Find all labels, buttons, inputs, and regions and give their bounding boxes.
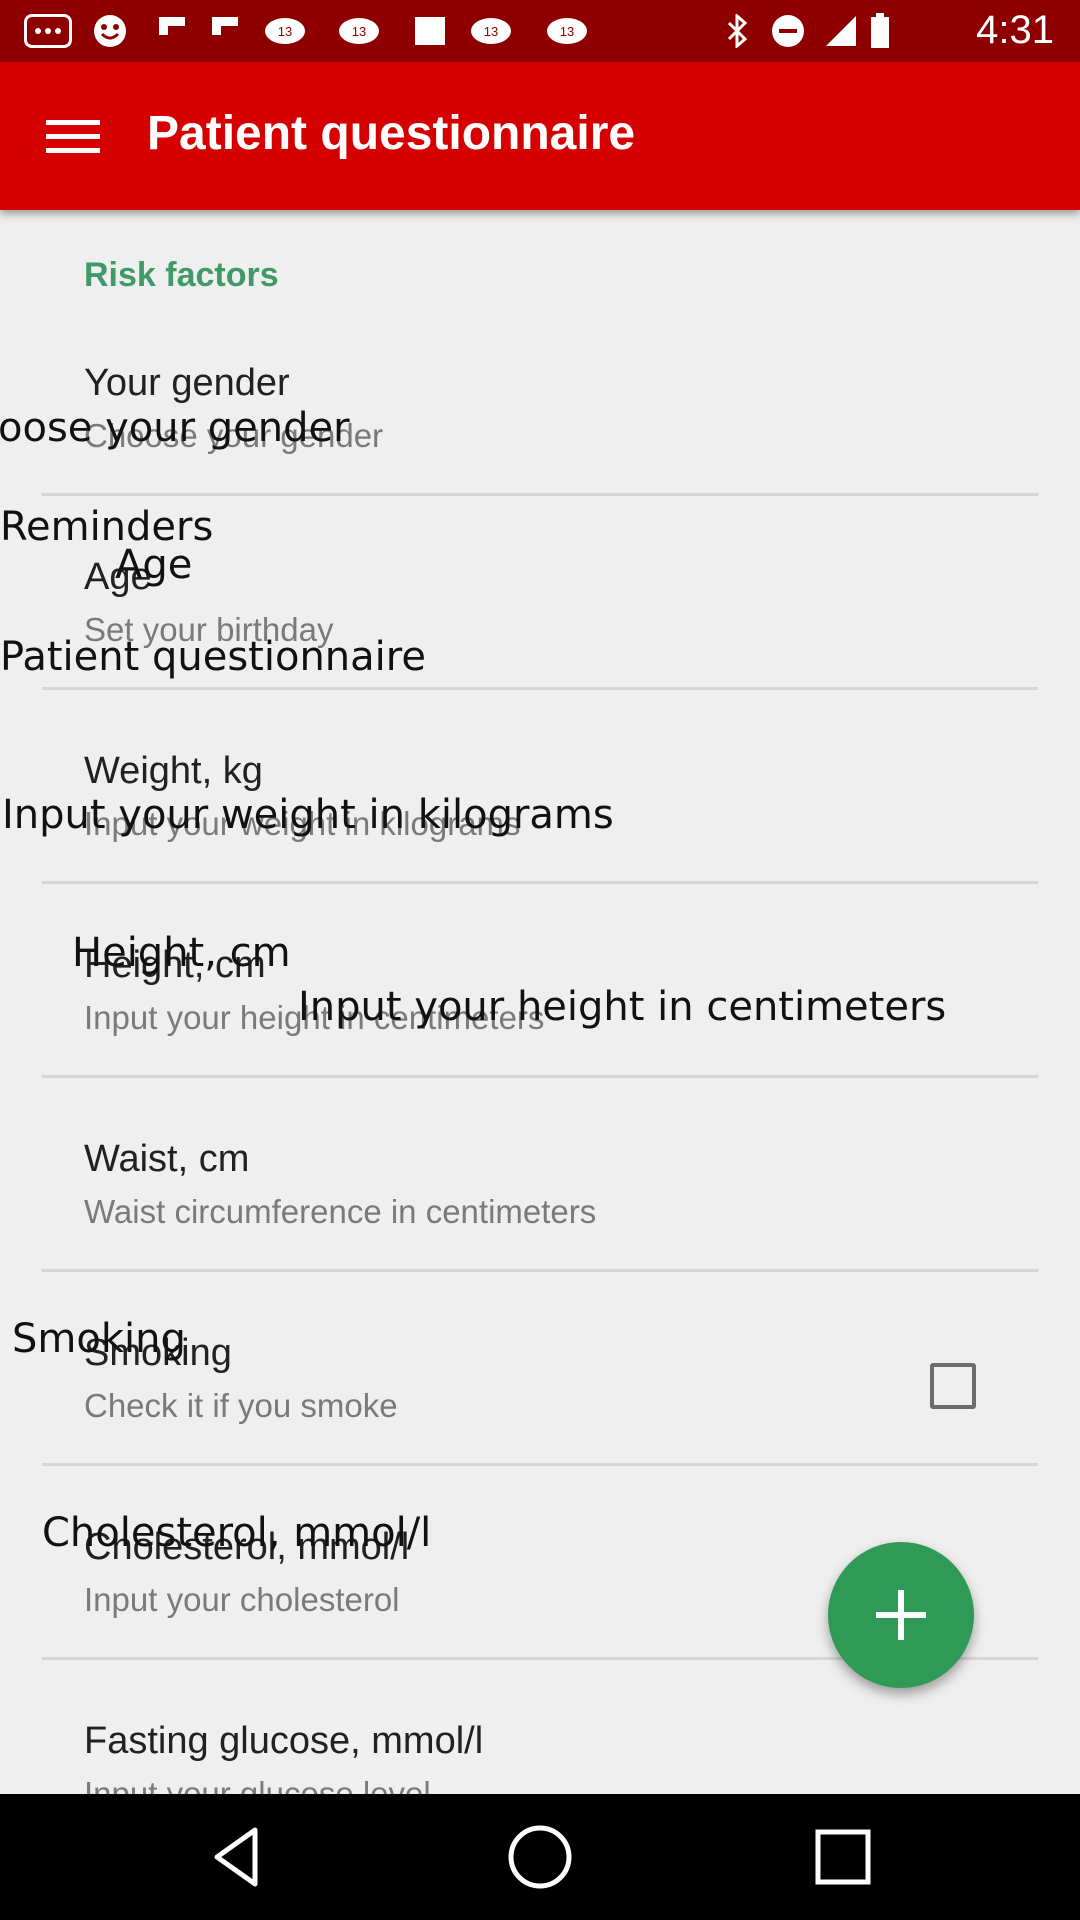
- add-button[interactable]: [828, 1542, 974, 1688]
- overlay-age-label: Age: [115, 542, 193, 588]
- do-not-disturb-icon: [768, 14, 808, 48]
- battery-icon: [868, 13, 892, 48]
- overlay-questionnaire-label: Patient questionnaire: [0, 634, 426, 680]
- status-time: 4:31: [976, 8, 1054, 52]
- pref-summary: Input your glucose level: [84, 1775, 431, 1794]
- pref-summary: Waist circumference in centimeters: [84, 1193, 597, 1230]
- svg-text:13: 13: [352, 24, 366, 39]
- svg-text:13: 13: [484, 24, 498, 39]
- overlay-height-label: Height, cm: [72, 930, 291, 976]
- home-icon[interactable]: [505, 1822, 575, 1892]
- news-icon: 13: [336, 14, 382, 48]
- page-title: Patient questionnaire: [147, 107, 636, 160]
- overlay-weight-label: Input your weight in kilograms: [2, 792, 614, 838]
- app-bar: Patient questionnaire: [0, 62, 1080, 210]
- emoji-icon: [90, 14, 130, 48]
- flipboard-icon: [155, 14, 189, 48]
- navigation-bar: [0, 1794, 1080, 1920]
- pref-title: Weight, kg: [84, 750, 263, 792]
- pref-summary: Input your cholesterol: [84, 1581, 400, 1618]
- recents-icon[interactable]: [808, 1822, 878, 1892]
- divider: [42, 1075, 1038, 1078]
- divider: [42, 1269, 1038, 1272]
- pref-title: Waist, cm: [84, 1138, 250, 1180]
- pref-summary: Check it if you smoke: [84, 1387, 398, 1424]
- overlay-smoking-label: Smoking: [12, 1316, 186, 1362]
- divider: [42, 1463, 1038, 1466]
- pref-item-glucose[interactable]: Fasting glucose, mmol/l Input your gluco…: [0, 1710, 1080, 1794]
- signal-icon: [822, 14, 860, 48]
- overlay-cholesterol-label: Cholesterol, mmol/l: [42, 1510, 432, 1556]
- flipboard-icon: [208, 14, 242, 48]
- overlay-gender-label: oose your gender: [0, 405, 350, 451]
- divider: [42, 687, 1038, 690]
- overlay-height-summary-label: Input your height in centimeters: [298, 984, 947, 1030]
- back-icon[interactable]: [203, 1822, 273, 1892]
- chat-icon: [24, 14, 72, 48]
- divider: [42, 493, 1038, 496]
- bluetooth-icon: [722, 14, 752, 48]
- hamburger-menu-icon[interactable]: [28, 100, 118, 172]
- svg-text:13: 13: [560, 24, 574, 39]
- divider: [42, 881, 1038, 884]
- status-bar: 13 13 13 13 4:31: [0, 0, 1080, 62]
- pref-title: Fasting glucose, mmol/l: [84, 1720, 484, 1762]
- svg-text:13: 13: [278, 24, 292, 39]
- blank-icon: [410, 14, 450, 48]
- plus-icon: [876, 1590, 926, 1640]
- news-icon: 13: [544, 14, 590, 48]
- section-header-risk-factors: Risk factors: [84, 256, 279, 294]
- pref-title: Your gender: [84, 362, 290, 404]
- smoking-checkbox[interactable]: [930, 1363, 976, 1409]
- pref-item-waist[interactable]: Waist, cm Waist circumference in centime…: [0, 1128, 1080, 1322]
- news-icon: 13: [468, 14, 514, 48]
- news-icon: 13: [262, 14, 308, 48]
